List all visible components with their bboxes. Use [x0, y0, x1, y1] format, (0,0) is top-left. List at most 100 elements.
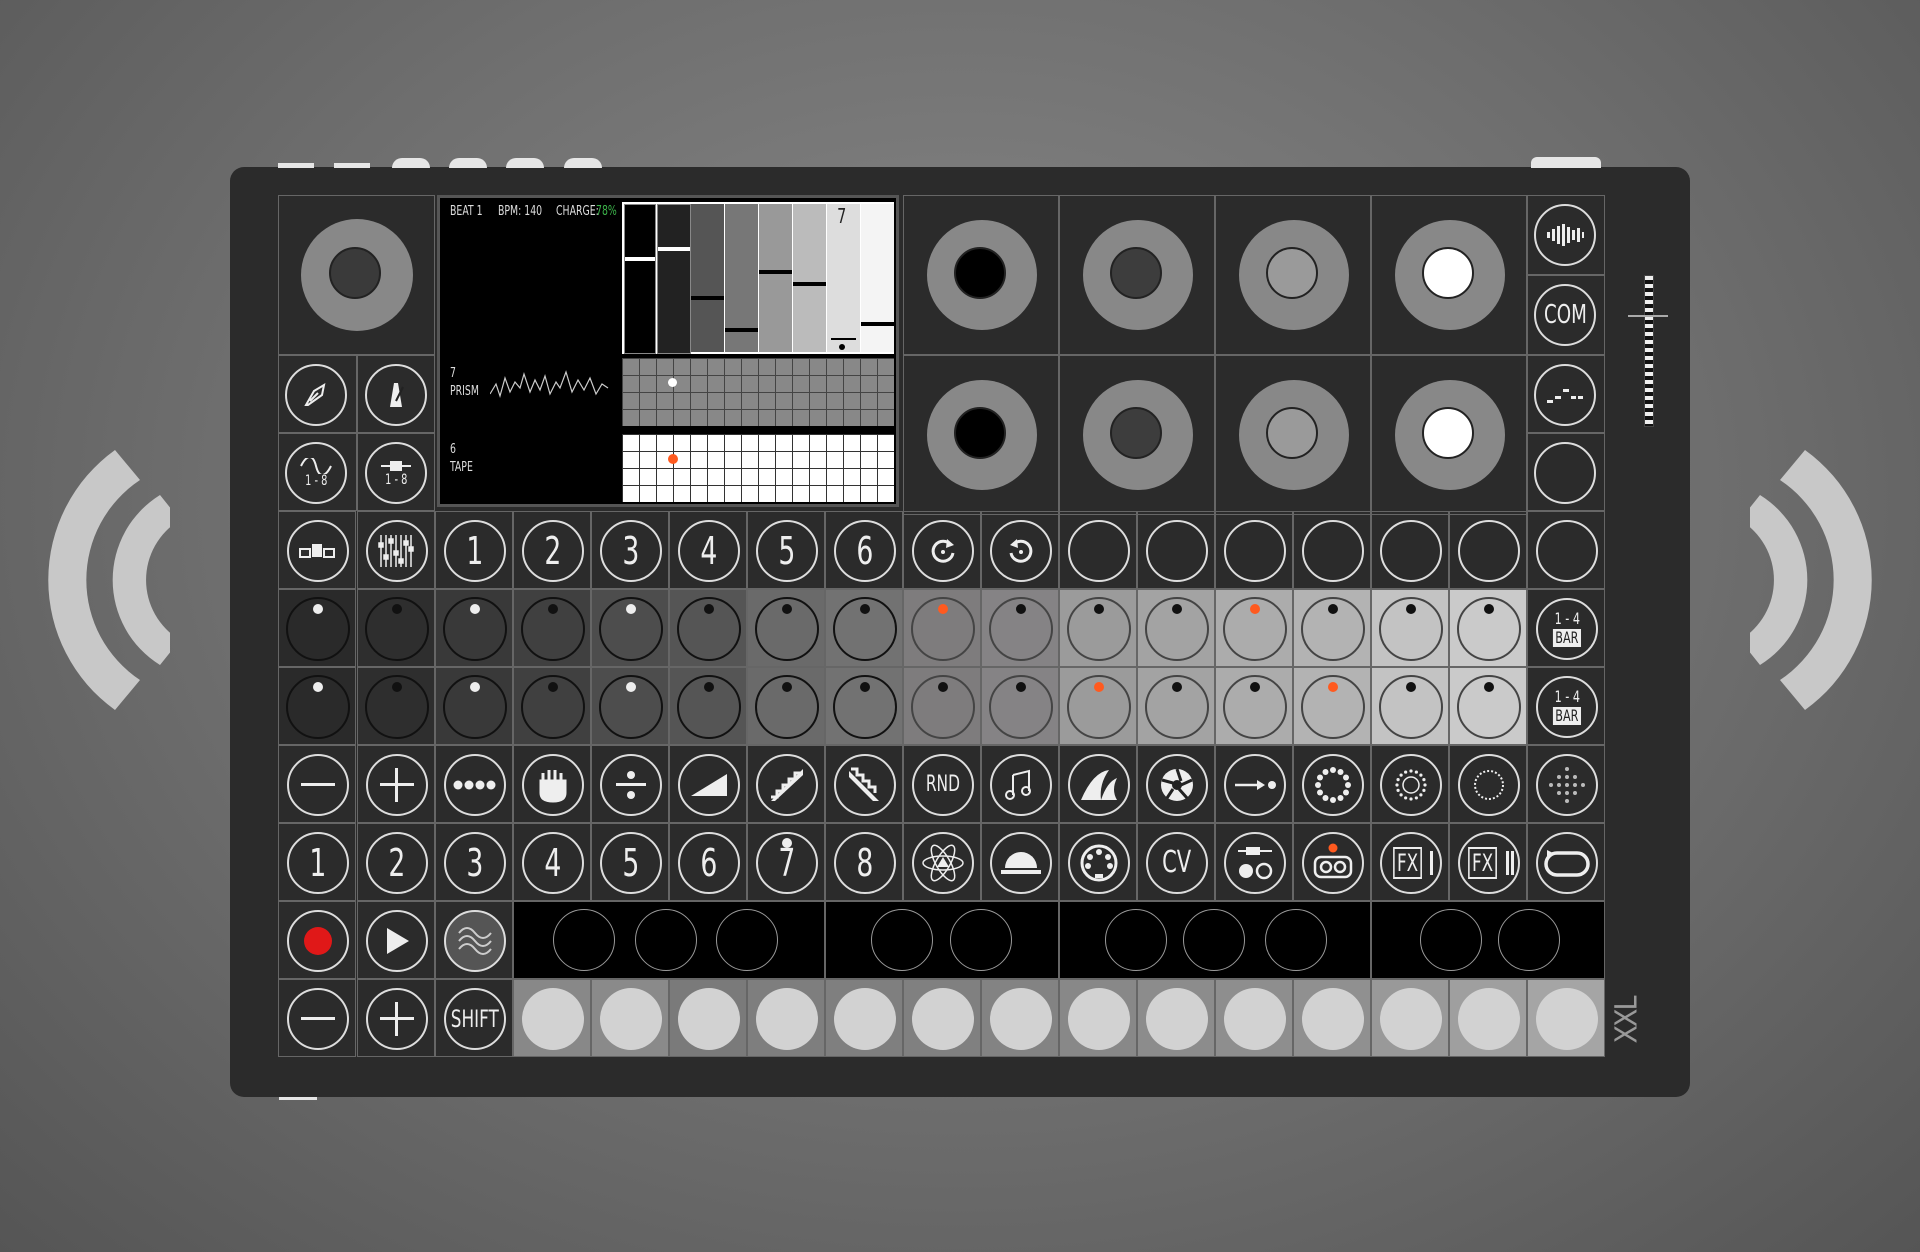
undo-icon[interactable]: [990, 520, 1052, 582]
step-pad[interactable]: [1146, 988, 1208, 1050]
plus-button[interactable]: [366, 988, 428, 1050]
empty-button[interactable]: [1224, 520, 1286, 582]
step-knob[interactable]: [755, 597, 819, 661]
parameter-knob[interactable]: [927, 220, 1037, 330]
track-pad[interactable]: [1183, 909, 1245, 971]
step-knob[interactable]: [599, 675, 663, 739]
track-4-button[interactable]: 4: [678, 520, 740, 582]
step-pad[interactable]: [1224, 988, 1286, 1050]
step-pad[interactable]: [1302, 988, 1364, 1050]
track-pad[interactable]: [635, 909, 697, 971]
empty-button[interactable]: [1536, 520, 1598, 582]
step-8-button[interactable]: 8: [834, 832, 896, 894]
step-2-button[interactable]: 2: [366, 832, 428, 894]
step-knob[interactable]: [365, 675, 429, 739]
step-knob[interactable]: [1301, 675, 1365, 739]
empty-button[interactable]: [1146, 520, 1208, 582]
midi-icon[interactable]: [1068, 832, 1130, 894]
rnd-button[interactable]: RND: [912, 754, 974, 816]
step-knob[interactable]: [521, 597, 585, 661]
metronome-icon[interactable]: [365, 364, 427, 426]
step-knob[interactable]: [755, 675, 819, 739]
pattern-texture-icon[interactable]: [444, 910, 506, 972]
bar-length-button[interactable]: 1 - 4 BAR: [1536, 676, 1598, 738]
parameter-knob[interactable]: [1395, 220, 1505, 330]
loop-icon[interactable]: [1536, 832, 1598, 894]
step-pad[interactable]: [1068, 988, 1130, 1050]
step-knob[interactable]: [911, 597, 975, 661]
step-knob[interactable]: [1223, 597, 1287, 661]
stairs-up-icon[interactable]: [756, 754, 818, 816]
parameter-knob[interactable]: [1083, 380, 1193, 490]
step-knob[interactable]: [833, 675, 897, 739]
bar-length-button[interactable]: 1 - 4 BAR: [1536, 598, 1598, 660]
track-6-button[interactable]: 6: [834, 520, 896, 582]
step-7-button[interactable]: 7: [756, 832, 818, 894]
step-5-button[interactable]: 5: [600, 832, 662, 894]
parameter-knob[interactable]: [1239, 220, 1349, 330]
mixer-icon[interactable]: [366, 520, 428, 582]
step-knob[interactable]: [1145, 597, 1209, 661]
arrow-dot-icon[interactable]: [1224, 754, 1286, 816]
master-knob[interactable]: [301, 219, 413, 331]
step-knob[interactable]: [443, 675, 507, 739]
cv-button[interactable]: CV: [1146, 832, 1208, 894]
parameter-knob[interactable]: [1395, 380, 1505, 490]
divide-icon[interactable]: [600, 754, 662, 816]
sequence-icon[interactable]: [1534, 364, 1596, 426]
fx2-button[interactable]: FX: [1458, 832, 1520, 894]
lfo-icon[interactable]: 1 - 8: [285, 442, 347, 504]
step-3-button[interactable]: 3: [444, 832, 506, 894]
minus-icon[interactable]: [287, 754, 349, 816]
empty-button[interactable]: [1302, 520, 1364, 582]
step-pad[interactable]: [756, 988, 818, 1050]
hardware-button[interactable]: [278, 163, 314, 168]
step-knob[interactable]: [911, 675, 975, 739]
track-pad[interactable]: [1105, 909, 1167, 971]
ring-dots-icon[interactable]: [1302, 754, 1364, 816]
shift-button[interactable]: SHIFT: [444, 988, 506, 1050]
empty-button[interactable]: [1068, 520, 1130, 582]
dot-grid-icon[interactable]: [1536, 754, 1598, 816]
step-knob[interactable]: [1223, 675, 1287, 739]
dome-icon[interactable]: [990, 832, 1052, 894]
ring-dots-small-icon[interactable]: [1380, 754, 1442, 816]
hardware-button[interactable]: [334, 163, 370, 168]
step-knob[interactable]: [1457, 675, 1521, 739]
power-button[interactable]: [1531, 157, 1601, 168]
hardware-button[interactable]: [564, 158, 602, 168]
stairs-down-icon[interactable]: [834, 754, 896, 816]
atom-icon[interactable]: [912, 832, 974, 894]
track-1-button[interactable]: 1: [444, 520, 506, 582]
step-knob[interactable]: [1301, 597, 1365, 661]
step-knob[interactable]: [286, 597, 350, 661]
dots-icon[interactable]: [444, 754, 506, 816]
step-pad[interactable]: [1380, 988, 1442, 1050]
track-pad[interactable]: [950, 909, 1012, 971]
hand-icon[interactable]: [522, 754, 584, 816]
step-pad[interactable]: [522, 988, 584, 1050]
track-pad[interactable]: [1420, 909, 1482, 971]
step-pad[interactable]: [1536, 988, 1598, 1050]
empty-button[interactable]: [1458, 520, 1520, 582]
parameter-knob[interactable]: [927, 380, 1037, 490]
step-knob[interactable]: [521, 675, 585, 739]
step-knob[interactable]: [443, 597, 507, 661]
step-pad[interactable]: [834, 988, 896, 1050]
waveform-icon[interactable]: [1534, 204, 1596, 266]
step-knob[interactable]: [677, 675, 741, 739]
step-knob[interactable]: [599, 597, 663, 661]
minus-button[interactable]: [287, 988, 349, 1050]
hardware-button[interactable]: [449, 158, 487, 168]
step-knob[interactable]: [989, 597, 1053, 661]
step-knob[interactable]: [1067, 675, 1131, 739]
notes-icon[interactable]: [990, 754, 1052, 816]
parameter-knob[interactable]: [1083, 220, 1193, 330]
play-button[interactable]: [366, 910, 428, 972]
record-button[interactable]: [287, 910, 349, 972]
track-pad[interactable]: [553, 909, 615, 971]
ring-dashed-icon[interactable]: [1458, 754, 1520, 816]
step-6-button[interactable]: 6: [678, 832, 740, 894]
fx1-button[interactable]: FX: [1380, 832, 1442, 894]
cable-icon[interactable]: 1 - 8: [365, 442, 427, 504]
